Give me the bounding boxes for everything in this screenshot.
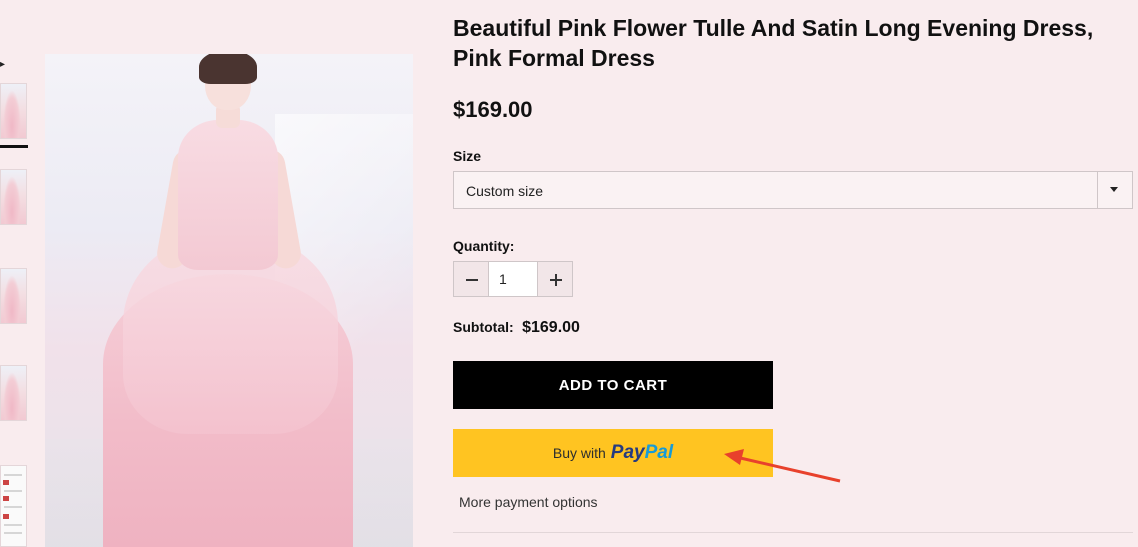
quantity-input[interactable]: 1 bbox=[488, 261, 538, 297]
annotation-arrow-icon bbox=[724, 449, 841, 483]
subtotal-label: Subtotal: bbox=[453, 319, 514, 335]
more-payment-options-link[interactable]: More payment options bbox=[459, 494, 598, 510]
model-hair bbox=[199, 54, 257, 84]
thumbnail-5[interactable] bbox=[0, 465, 27, 547]
quantity-stepper: 1 bbox=[453, 261, 573, 297]
dress-thumb-image bbox=[3, 275, 21, 323]
paypal-prefix: Buy with bbox=[552, 445, 606, 461]
main-product-image[interactable] bbox=[45, 54, 413, 547]
paypal-logo-pay: Pay bbox=[610, 442, 645, 463]
product-title: Beautiful Pink Flower Tulle And Satin Lo… bbox=[453, 15, 1094, 71]
thumbnail-3[interactable] bbox=[0, 268, 27, 324]
add-to-cart-button[interactable]: ADD TO CART bbox=[453, 361, 773, 409]
thumbnail-1[interactable] bbox=[0, 83, 27, 139]
thumbnail-gallery: ▸ bbox=[0, 55, 30, 547]
dress-thumb-image bbox=[3, 90, 21, 138]
annotation-arrow-shaft bbox=[735, 455, 841, 483]
thumbnail-prev-icon[interactable]: ▸ bbox=[0, 60, 5, 70]
dress-thumb-image bbox=[3, 372, 21, 420]
dress-thumb-image bbox=[3, 176, 21, 224]
annotation-arrow-head bbox=[724, 449, 744, 465]
active-thumbnail-indicator bbox=[0, 145, 28, 148]
product-price: $169.00 bbox=[453, 97, 533, 122]
chevron-down-icon bbox=[1110, 187, 1118, 192]
thumbnail-2[interactable] bbox=[0, 169, 27, 225]
divider bbox=[453, 532, 1133, 533]
size-select-value: Custom size bbox=[466, 183, 544, 199]
size-label: Size bbox=[453, 148, 482, 164]
paypal-logo-pal: Pal bbox=[644, 442, 674, 463]
subtotal: Subtotal: $169.00 bbox=[453, 319, 580, 337]
size-select[interactable]: Custom size bbox=[453, 171, 1133, 209]
subtotal-value: $169.00 bbox=[522, 319, 580, 336]
quantity-increase-button[interactable] bbox=[537, 261, 573, 297]
thumbnail-4[interactable] bbox=[0, 365, 27, 421]
dress-bodice bbox=[178, 120, 278, 270]
size-select-toggle[interactable] bbox=[1097, 172, 1132, 208]
minus-icon bbox=[466, 279, 478, 281]
quantity-decrease-button[interactable] bbox=[453, 261, 489, 297]
quantity-label: Quantity: bbox=[453, 238, 515, 254]
